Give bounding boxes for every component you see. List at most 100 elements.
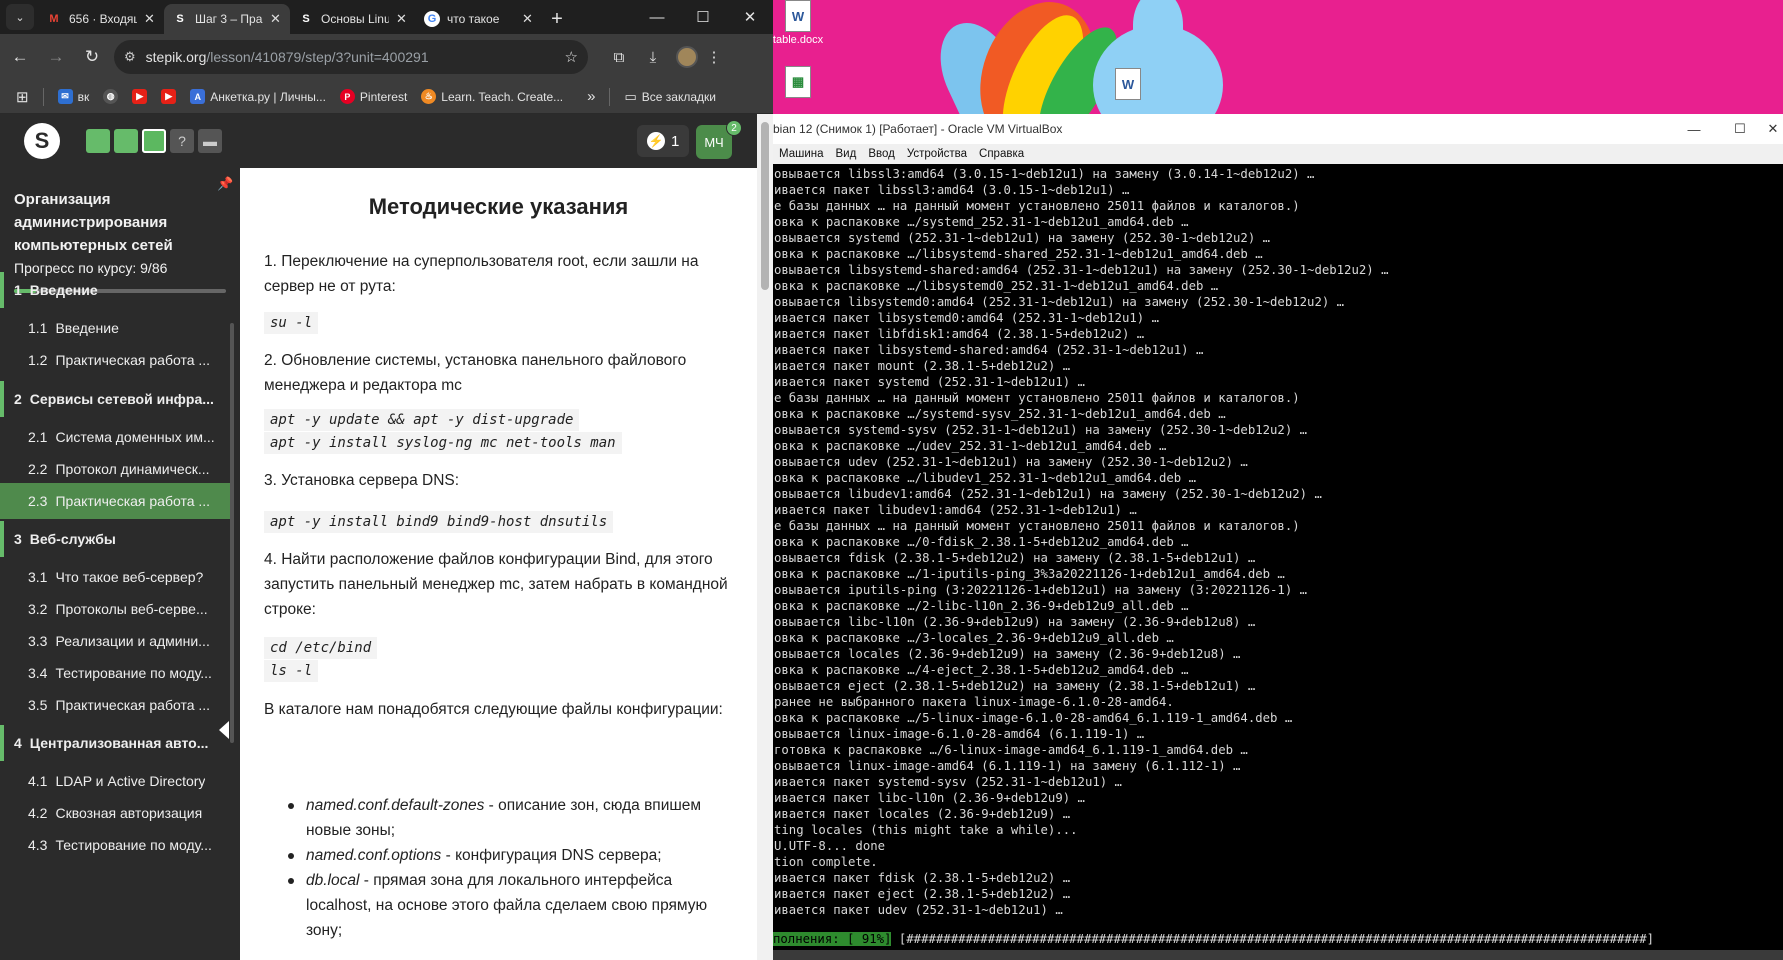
page-scrollbar-thumb[interactable]: [761, 122, 769, 290]
image-file-icon: ▦: [785, 66, 811, 98]
menu-machine[interactable]: Машина: [779, 148, 824, 160]
sidebar-item-number: 3.5: [28, 697, 48, 713]
step-content: Методические указания 1. Переключение на…: [240, 168, 757, 960]
maximize-icon[interactable]: ☐: [1717, 114, 1763, 144]
more-bookmarks-button[interactable]: »: [587, 88, 595, 105]
download-icon[interactable]: ⤓: [636, 41, 670, 73]
sidebar-lesson-2-1[interactable]: 2.1 Система доменных им...: [0, 419, 230, 455]
stepik-icon: S: [302, 13, 310, 25]
all-bookmarks-label: Все закладки: [641, 89, 716, 104]
sidebar-lesson-3-3[interactable]: 3.3 Реализации и админи...: [0, 623, 230, 659]
sidebar-lesson-2-2[interactable]: 2.2 Протокол динамическ...: [0, 451, 230, 487]
sidebar-module-2[interactable]: 2 Сервисы сетевой инфра...: [0, 381, 230, 417]
step-square-comment-icon[interactable]: ▬: [198, 129, 222, 153]
word-doc-icon: W: [1115, 68, 1141, 100]
new-tab-button[interactable]: +: [542, 4, 572, 34]
browser-toolbar: ← → ↻ ⚙ stepik.org/lesson/410879/step/3?…: [0, 34, 773, 80]
tab-stepik-step[interactable]: S Шаг 3 – Практическая работа ✕: [164, 4, 290, 34]
console-line: готовка к распаковке …/6-linux-image-amd…: [774, 743, 1248, 757]
sidebar-lesson-3-1[interactable]: 3.1 Что такое веб-сервер?: [0, 559, 230, 595]
site-info-icon[interactable]: ⚙: [124, 49, 136, 65]
menu-kebab-icon[interactable]: ⋮: [704, 41, 724, 73]
bookmark-pinterest[interactable]: P Pinterest: [339, 89, 407, 104]
sidebar-lesson-1-2[interactable]: 1.2 Практическая работа ...: [0, 342, 230, 378]
close-window-icon[interactable]: ✕: [727, 0, 773, 34]
course-title[interactable]: Организация администрирования компьютерн…: [14, 188, 214, 257]
step-square-1[interactable]: [86, 129, 110, 153]
sidebar-lesson-1-1[interactable]: 1.1 Введение: [0, 310, 230, 346]
sidebar-lesson-4-2[interactable]: 4.2 Сквозная авторизация: [0, 795, 230, 831]
console-line: овка к распаковке …/5-linux-image-6.1.0-…: [774, 711, 1293, 725]
bookmark-globe[interactable]: ◍: [103, 89, 119, 104]
vm-console-output[interactable]: овывается libssl3:amd64 (3.0.15-1~deb12u…: [773, 166, 1783, 936]
menu-devices[interactable]: Устройства: [907, 148, 967, 160]
sidebar-lesson-3-4[interactable]: 3.4 Тестирование по моду...: [0, 655, 230, 691]
sidebar-lesson-4-1[interactable]: 4.1 LDAP и Active Directory: [0, 763, 230, 799]
maximize-icon[interactable]: ☐: [680, 0, 726, 34]
bookmark-separator: [42, 87, 44, 106]
sidebar-lesson-3-5[interactable]: 3.5 Практическая работа ...: [0, 687, 230, 723]
close-icon[interactable]: ✕: [1763, 114, 1783, 144]
console-line: ивается пакет libsystemd0:amd64 (252.31-…: [774, 311, 1159, 325]
bookmark-anketka[interactable]: A Анкетка.ру | Личны...: [190, 89, 326, 104]
bookmark-youtube-2[interactable]: ▶: [161, 89, 177, 104]
sidebar-lesson-3-2[interactable]: 3.2 Протоколы веб-серве...: [0, 591, 230, 627]
step-square-3-current[interactable]: [142, 129, 166, 153]
sidebar-item-number: 3.3: [28, 633, 48, 649]
desktop-icon-image[interactable]: ▦: [773, 66, 833, 100]
sidebar-module-4[interactable]: 4 Централизованная авто...: [0, 725, 230, 761]
bookmark-star-icon[interactable]: ☆: [565, 48, 578, 66]
pin-icon[interactable]: 📌: [217, 176, 233, 192]
tab-search-button[interactable]: ⌄: [6, 4, 34, 30]
back-button[interactable]: ←: [4, 41, 36, 73]
console-line: овывается libc-l10n (2.36-9+deb12u9) на …: [774, 615, 1256, 629]
file-name: named.conf.default-zones: [306, 797, 485, 814]
address-bar[interactable]: ⚙ stepik.org/lesson/410879/step/3?unit=4…: [114, 40, 588, 74]
step-square-question-icon[interactable]: ?: [170, 129, 194, 153]
reload-button[interactable]: ↻: [76, 41, 108, 73]
menu-input[interactable]: Ввод: [868, 148, 895, 160]
page-scrollbar[interactable]: [757, 114, 773, 960]
sidebar-lesson-4-3[interactable]: 4.3 Тестирование по моду...: [0, 827, 230, 863]
minimize-icon[interactable]: —: [634, 0, 680, 34]
sidebar-item-number: 4: [14, 735, 22, 751]
sidebar-item-label: Реализации и админи...: [55, 633, 210, 649]
page-title: Методические указания: [368, 194, 629, 219]
desktop-icon-table-docx[interactable]: W table.docx: [773, 0, 833, 46]
tab-google-search[interactable]: G что такое ✕: [416, 4, 542, 34]
apps-grid-icon[interactable]: ⊞: [16, 88, 29, 106]
console-line: ивается пакет libsystemd-shared:amd64 (2…: [774, 343, 1204, 357]
tab-linux-basics[interactable]: S Основы Linux ✕: [290, 4, 416, 34]
all-bookmarks-button[interactable]: ▭ Все закладки: [624, 89, 716, 105]
profile-avatar[interactable]: [676, 46, 698, 68]
close-icon[interactable]: ✕: [270, 11, 282, 27]
bookmark-learn-teach[interactable]: ♨ Learn. Teach. Create...: [421, 89, 563, 104]
folder-icon: ▭: [624, 88, 637, 104]
close-icon[interactable]: ✕: [144, 11, 156, 27]
console-line: ивается пакет udev (252.31-1~deb12u1) …: [774, 903, 1063, 917]
tab-gmail[interactable]: M 656 · Входящие ✕: [38, 4, 164, 34]
forward-button[interactable]: →: [40, 41, 72, 73]
energy-counter[interactable]: ⚡ 1: [637, 125, 690, 157]
youtube-icon: ▶: [132, 89, 148, 104]
sidebar-module-1[interactable]: 1 Введение: [0, 272, 230, 308]
bookmark-youtube-1[interactable]: ▶: [132, 89, 148, 104]
sidebar-item-number: 2: [14, 391, 22, 407]
extensions-icon[interactable]: ⧉: [602, 41, 636, 73]
console-line: ting locales (this might take a while)..…: [774, 823, 1078, 837]
menu-view[interactable]: Вид: [836, 148, 857, 160]
close-icon[interactable]: ✕: [522, 11, 534, 27]
console-line: овывается systemd-sysv (252.31-1~deb12u1…: [774, 423, 1308, 437]
sidebar-module-3[interactable]: 3 Веб-службы: [0, 521, 230, 557]
sidebar-scrollbar[interactable]: [230, 323, 234, 743]
bookmark-separator: [609, 87, 611, 106]
bookmark-vk[interactable]: ✉ вк: [57, 89, 89, 104]
desktop-icon-word[interactable]: W: [1093, 68, 1163, 102]
close-icon[interactable]: ✕: [396, 11, 408, 27]
step-square-2[interactable]: [114, 129, 138, 153]
menu-help[interactable]: Справка: [979, 148, 1024, 160]
minimize-icon[interactable]: —: [1671, 114, 1717, 144]
stepik-logo-icon[interactable]: S: [24, 123, 60, 159]
sidebar-lesson-2-3[interactable]: 2.3 Практическая работа ...: [0, 483, 230, 519]
sidebar-item-number: 1: [14, 282, 22, 298]
